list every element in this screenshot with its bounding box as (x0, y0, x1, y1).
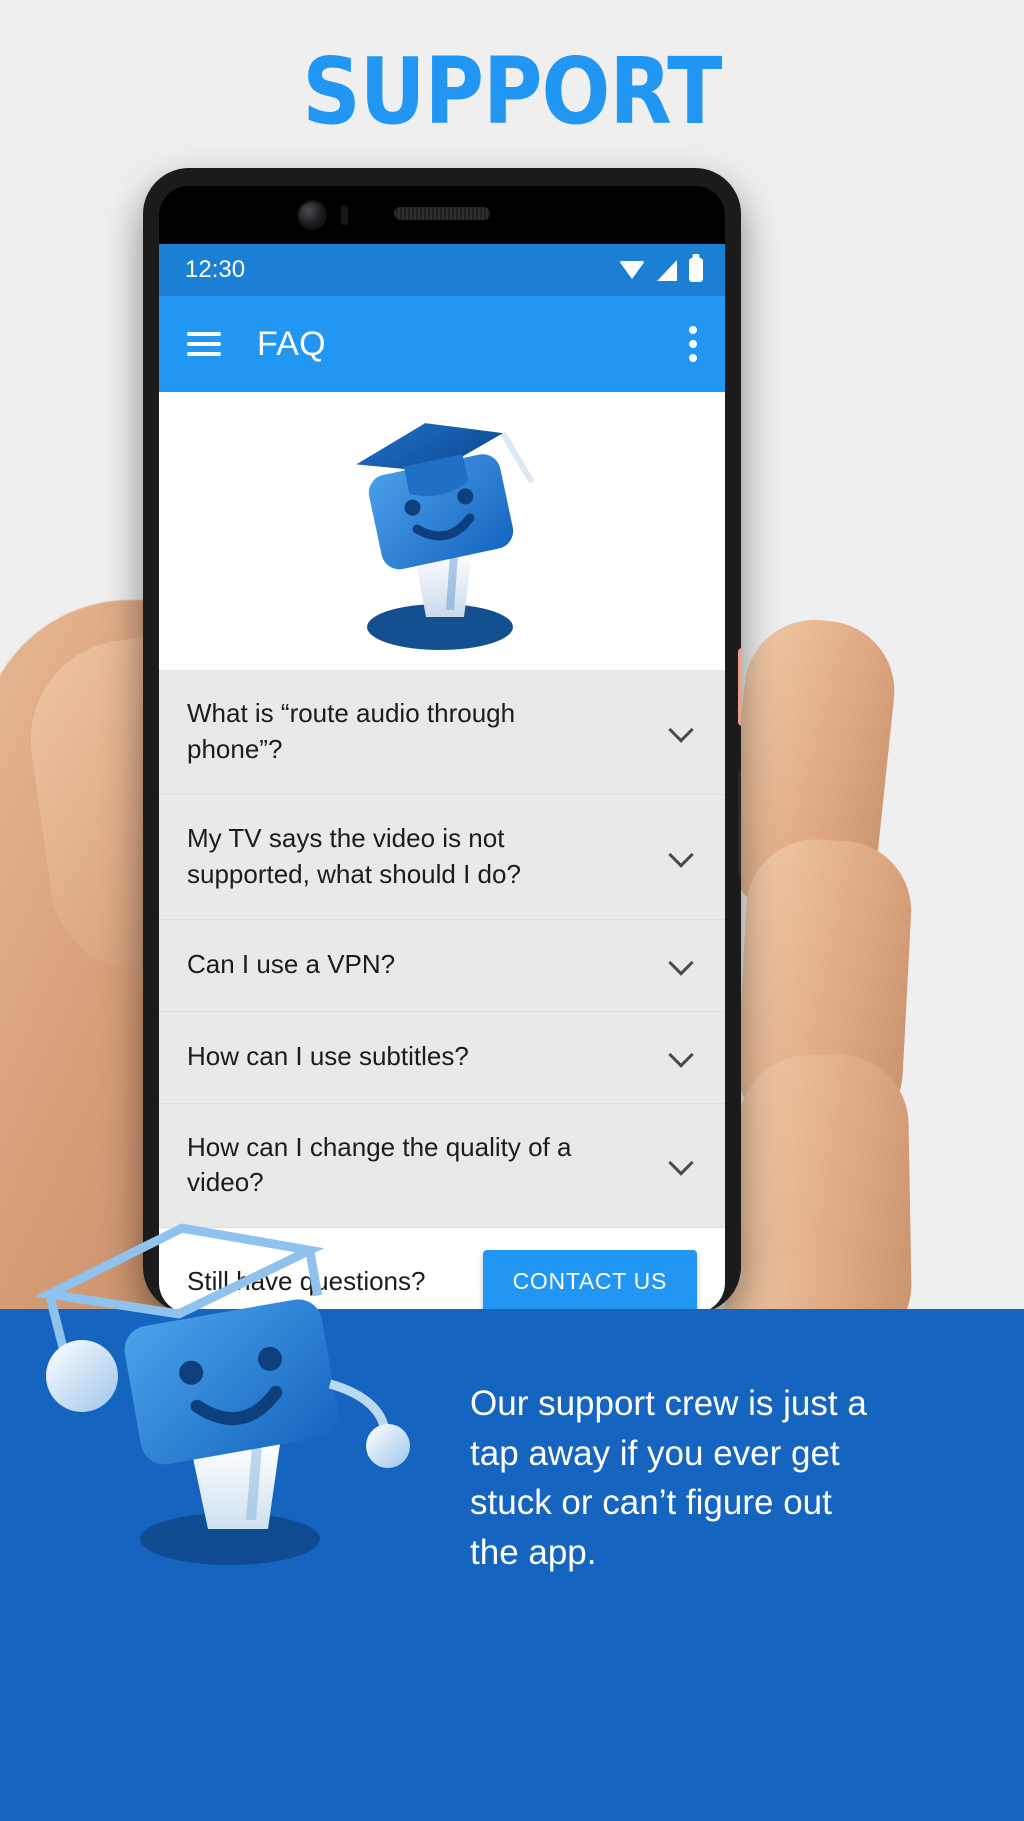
chevron-down-icon[interactable] (671, 954, 693, 976)
app-bar: FAQ (159, 296, 725, 392)
earpiece-speaker-icon (394, 207, 490, 220)
phone-notch (159, 186, 725, 244)
banner-caption: Our support crew is just a tap away if y… (470, 1384, 867, 1573)
bottom-banner: Our support crew is just a tap away if y… (0, 1223, 1024, 1821)
phone-volume-button[interactable] (738, 768, 741, 878)
faq-item[interactable]: What is “route audio through phone”? (159, 670, 725, 795)
faq-question: How can I use subtitles? (187, 1041, 469, 1072)
faq-question: Can I use a VPN? (187, 949, 396, 980)
status-icon-group (619, 258, 703, 282)
faq-question: How can I change the quality of a video? (187, 1131, 572, 1198)
sensor-icon (341, 205, 348, 225)
phone-device: 12:30 FAQ What is “route audio through p… (143, 168, 741, 1313)
faq-item[interactable]: Can I use a VPN? (159, 920, 725, 1012)
faq-question: What is “route audio through phone”? (187, 698, 516, 764)
chevron-down-icon[interactable] (671, 1046, 693, 1068)
support-mascot-with-headset-illustration (30, 1194, 450, 1584)
front-camera-icon (299, 202, 325, 228)
faq-item[interactable]: How can I use subtitles? (159, 1012, 725, 1104)
kebab-menu-icon[interactable] (689, 326, 697, 362)
graduate-mascot-illustration (322, 402, 562, 662)
hero-illustration-area (159, 392, 725, 670)
phone-screen: 12:30 FAQ What is “route audio through p… (159, 186, 725, 1313)
cell-signal-icon (657, 259, 677, 281)
poster-stage: SUPPORT 12:30 FAQ What is “route audio t… (0, 0, 1024, 1821)
status-bar: 12:30 (159, 244, 725, 296)
chevron-down-icon[interactable] (671, 721, 693, 743)
faq-item[interactable]: My TV says the video is not supported, w… (159, 795, 725, 920)
page-title: SUPPORT (302, 38, 722, 145)
app-bar-title: FAQ (257, 324, 326, 363)
wifi-icon (619, 260, 645, 280)
status-time: 12:30 (185, 256, 246, 283)
chevron-down-icon[interactable] (671, 846, 693, 868)
faq-list: What is “route audio through phone”? My … (159, 670, 725, 1229)
hamburger-menu-icon[interactable] (187, 332, 221, 356)
contact-us-button[interactable]: CONTACT US (482, 1250, 697, 1313)
faq-question: My TV says the video is not supported, w… (187, 822, 521, 889)
chevron-down-icon[interactable] (671, 1154, 693, 1176)
battery-icon (689, 258, 703, 282)
phone-power-button[interactable] (738, 648, 741, 726)
